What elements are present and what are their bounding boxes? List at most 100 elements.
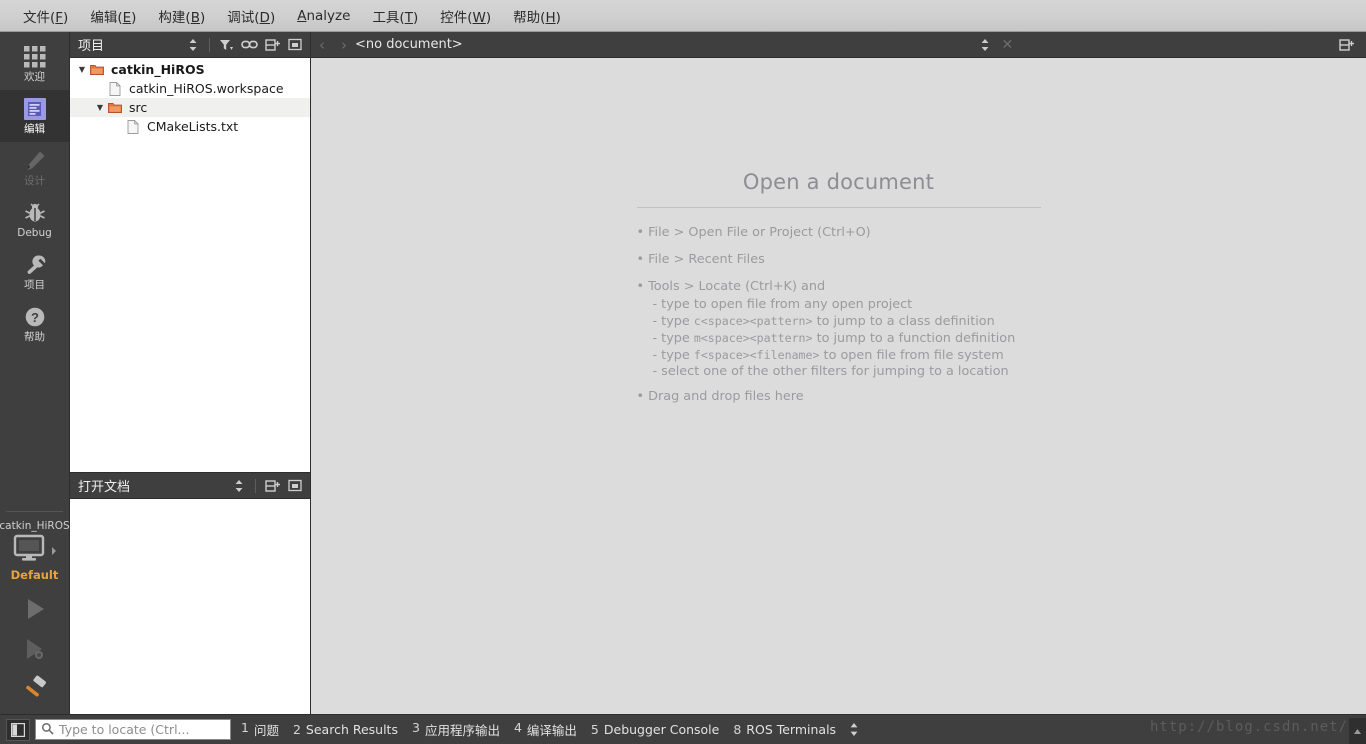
editor-toolbar: ‹ › <no document> ✕ <box>311 32 1366 58</box>
hint-subitem: - type to open file from any open projec… <box>652 297 913 312</box>
mode-label: 欢迎 <box>24 71 45 84</box>
hint-subitem: - select one of the other filters for ju… <box>652 364 1009 379</box>
locate-input[interactable] <box>59 722 225 737</box>
menu-item-5[interactable]: 工具(T) <box>361 2 429 30</box>
mode-selector-bar: 欢迎 编辑 设计 Debug 项目 ? 帮助 catkin_HiROS Defa… <box>0 32 70 714</box>
tree-item[interactable]: ▼ src <box>70 98 310 117</box>
page-title: Open a document <box>742 170 935 194</box>
output-pane-label: Search Results <box>305 722 398 737</box>
menu-item-3[interactable]: 调试(D) <box>216 2 286 30</box>
mode-item-Debug[interactable]: Debug <box>0 194 69 246</box>
output-pane-label: 应用程序输出 <box>424 723 500 738</box>
mode-item-项目[interactable]: 项目 <box>0 246 69 298</box>
divider <box>209 37 210 52</box>
menu-item-2[interactable]: 构建(B) <box>147 2 216 30</box>
output-pane-button-1[interactable]: 1 问题 <box>241 720 279 739</box>
output-pane-button-3[interactable]: 3 应用程序输出 <box>412 720 500 739</box>
left-dock: 项目 ▼ catkin_HiROS catkin_HiROS.workspace… <box>70 32 311 714</box>
hint-subitem: - type c<space><pattern> to jump to a cl… <box>652 314 995 329</box>
close-x-icon[interactable]: ✕ <box>995 37 1019 53</box>
mode-item-设计: 设计 <box>0 142 69 194</box>
mode-list: 欢迎 编辑 设计 Debug 项目 ? 帮助 <box>0 32 69 350</box>
output-pane-number: 5 <box>590 722 599 737</box>
menu-item-0[interactable]: 文件(F) <box>12 2 79 30</box>
edit-document-icon <box>23 97 47 121</box>
minimize-icon[interactable] <box>285 35 305 55</box>
divider <box>636 207 1041 208</box>
output-pane-button-5[interactable]: 5 Debugger Console <box>591 722 719 737</box>
mode-label: 项目 <box>24 279 45 292</box>
output-pane-number: 8 <box>733 722 742 737</box>
output-pane-button-4[interactable]: 4 编译输出 <box>514 720 577 739</box>
chevron-right-icon[interactable] <box>50 541 58 560</box>
tree-item[interactable]: ▼ catkin_HiROS <box>70 60 310 79</box>
resize-grip-icon[interactable] <box>1349 718 1366 744</box>
output-pane-label: Debugger Console <box>603 722 720 737</box>
pencil-icon <box>23 149 47 173</box>
kit-row <box>12 534 58 566</box>
menu-item-1[interactable]: 编辑(E) <box>79 2 147 30</box>
project-tree[interactable]: ▼ catkin_HiROS catkin_HiROS.workspace ▼ s… <box>70 58 310 472</box>
wrench-icon <box>23 253 47 277</box>
project-pane-title: 项目 <box>78 39 105 54</box>
mode-item-编辑[interactable]: 编辑 <box>0 90 69 142</box>
split-pane-icon[interactable] <box>262 476 282 496</box>
run-button[interactable] <box>17 594 53 624</box>
hint-bullet: • Tools > Locate (Ctrl+K) and <box>636 279 826 294</box>
output-pane-button-8[interactable]: 8 ROS Terminals <box>733 722 836 737</box>
project-pane-header: 项目 <box>70 32 310 58</box>
document-selector[interactable]: <no document> <box>355 37 995 52</box>
output-pane-number: 2 <box>292 722 301 737</box>
file-icon <box>106 81 124 96</box>
chevron-left-icon[interactable]: ‹ <box>311 36 333 54</box>
hint-code: f<space><filename> <box>693 348 820 362</box>
mode-item-欢迎[interactable]: 欢迎 <box>0 38 69 90</box>
svg-text:?: ? <box>31 310 39 325</box>
desktop-monitor-icon <box>12 534 46 566</box>
output-pane-label: ROS Terminals <box>746 722 837 737</box>
open-document-hints: Open a document • File > Open File or Pr… <box>636 170 1041 407</box>
document-selector-label: <no document> <box>355 37 463 52</box>
up-down-arrows-icon[interactable] <box>229 476 249 496</box>
up-down-arrows-icon[interactable] <box>183 35 203 55</box>
minimize-icon[interactable] <box>285 476 305 496</box>
chevron-right-icon[interactable]: › <box>333 36 355 54</box>
chevron-down-icon[interactable]: ▼ <box>76 65 88 74</box>
tree-item-label: src <box>129 100 148 115</box>
split-pane-icon[interactable] <box>262 35 282 55</box>
bug-icon <box>23 201 47 225</box>
run-action-buttons <box>0 588 69 714</box>
menu-item-7[interactable]: 帮助(H) <box>502 2 572 30</box>
menu-item-6[interactable]: 控件(W) <box>429 2 502 30</box>
split-pane-icon[interactable] <box>1336 35 1356 55</box>
hint-code: m<space><pattern> <box>693 331 813 345</box>
filter-icon[interactable] <box>216 35 236 55</box>
tree-item[interactable]: CMakeLists.txt <box>70 117 310 136</box>
tree-item-label: CMakeLists.txt <box>147 119 239 134</box>
kit-selector[interactable]: catkin_HiROS Default <box>0 512 70 588</box>
hint-bullet: • File > Recent Files <box>636 252 765 267</box>
hint-bullet: • Drag and drop files here <box>636 389 804 404</box>
opendocs-pane-header: 打开文档 <box>70 473 310 499</box>
chevron-down-icon[interactable]: ▼ <box>94 103 106 112</box>
output-pane-number: 1 <box>241 720 249 735</box>
open-documents-list[interactable] <box>70 499 310 714</box>
mode-label: 帮助 <box>24 331 45 344</box>
output-pane-number: 4 <box>513 720 522 735</box>
output-pane-arrows-icon[interactable] <box>848 722 860 737</box>
debug-button[interactable] <box>17 634 53 664</box>
locate-field[interactable] <box>35 719 231 740</box>
editor-area: ‹ › <no document> ✕ Open a document • Fi… <box>311 32 1366 714</box>
output-pane-button-2[interactable]: 2 Search Results <box>293 722 398 737</box>
tree-item[interactable]: catkin_HiROS.workspace <box>70 79 310 98</box>
chain-link-icon[interactable] <box>239 35 259 55</box>
file-icon <box>124 119 142 134</box>
tree-item-label: catkin_HiROS.workspace <box>129 81 284 96</box>
output-pane-buttons: 1 问题 2 Search Results 3 应用程序输出 4 编译输出 5 Debugger … <box>241 720 836 739</box>
menu-item-4[interactable]: Analyze <box>286 4 361 28</box>
up-down-arrows-icon[interactable] <box>779 38 995 52</box>
mode-item-帮助[interactable]: ? 帮助 <box>0 298 69 350</box>
main-body: 欢迎 编辑 设计 Debug 项目 ? 帮助 catkin_HiROS Defa… <box>0 32 1366 714</box>
toggle-sidebar-icon[interactable] <box>6 718 30 741</box>
build-button[interactable] <box>17 674 53 704</box>
